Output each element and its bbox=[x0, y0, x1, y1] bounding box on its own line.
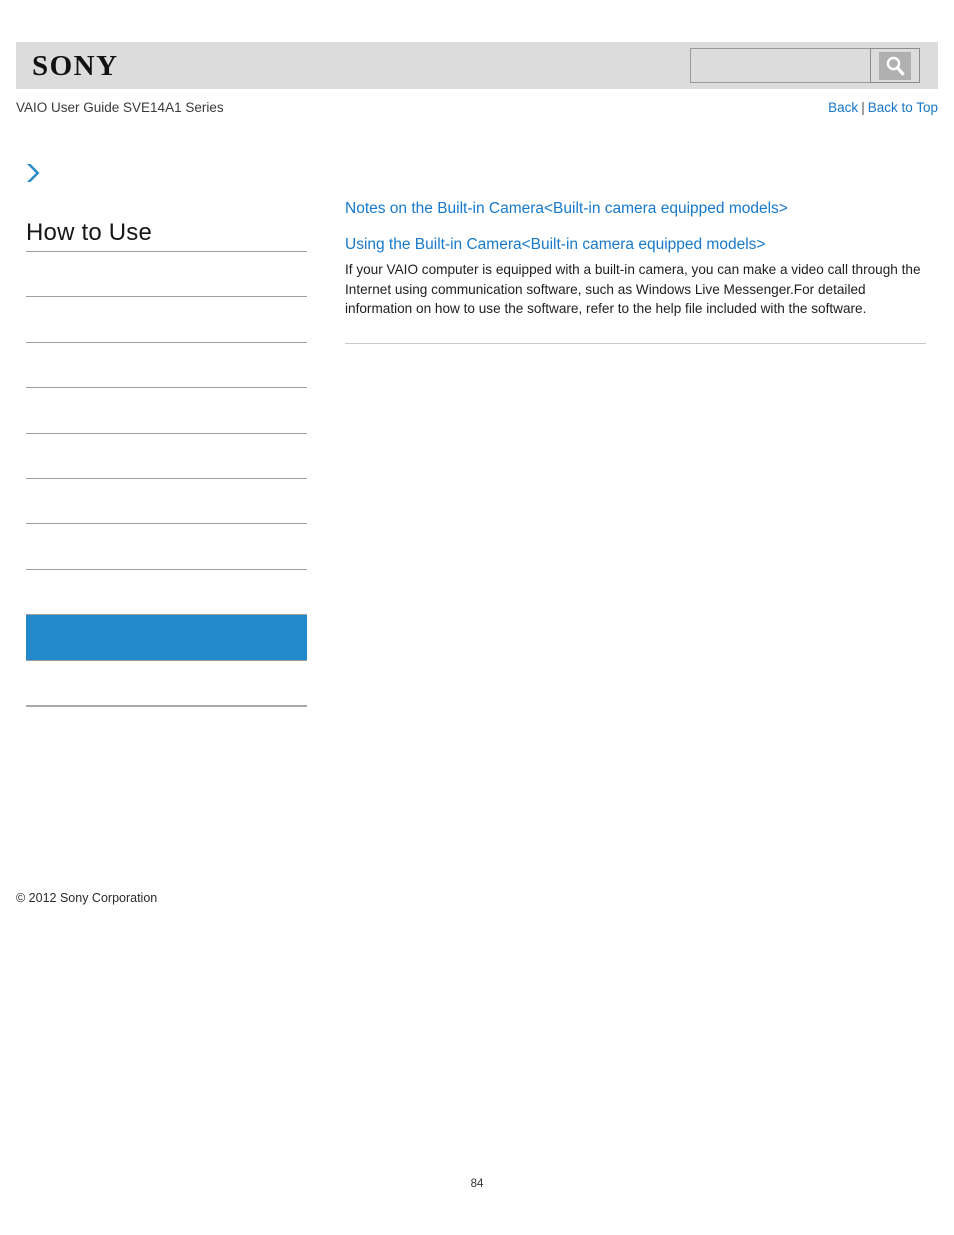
link-separator: | bbox=[861, 100, 865, 115]
search-input[interactable] bbox=[690, 48, 870, 83]
sidebar-item-label bbox=[26, 252, 307, 265]
sidebar-item-6[interactable] bbox=[26, 477, 307, 523]
topic-link-using-built-in-camera[interactable]: Using the Built-in Camera<Built-in camer… bbox=[345, 234, 927, 256]
sidebar-item-label bbox=[26, 479, 307, 492]
copyright-text: © 2012 Sony Corporation bbox=[16, 891, 158, 905]
search-icon bbox=[879, 51, 911, 80]
header-bar: SONY bbox=[16, 42, 938, 89]
sidebar-menu bbox=[26, 251, 307, 707]
sidebar-item-7[interactable] bbox=[26, 523, 307, 568]
sidebar-item-label bbox=[26, 343, 307, 356]
topic-link-notes-on-built-in-camera[interactable]: Notes on the Built-in Camera<Built-in ca… bbox=[345, 198, 927, 220]
sidebar-item-label bbox=[26, 434, 307, 447]
sidebar-item-2[interactable] bbox=[26, 296, 307, 341]
chevron-right-icon[interactable] bbox=[24, 162, 44, 184]
sidebar-item-label bbox=[26, 570, 307, 583]
sidebar-heading: How to Use bbox=[26, 219, 153, 246]
sidebar-item-3[interactable] bbox=[26, 341, 307, 387]
content-divider bbox=[345, 342, 926, 344]
page-title: VAIO User Guide SVE14A1 Series bbox=[16, 100, 224, 115]
topic-body-text: If your VAIO computer is equipped with a… bbox=[345, 262, 921, 316]
search-button[interactable] bbox=[870, 48, 920, 83]
sidebar-item-label bbox=[26, 297, 307, 310]
sidebar-item-label bbox=[26, 615, 307, 628]
sidebar-item-5[interactable] bbox=[26, 432, 307, 478]
back-to-top-link[interactable]: Back to Top bbox=[868, 100, 938, 115]
sidebar-item-9-selected[interactable] bbox=[26, 614, 307, 660]
sidebar-item-label bbox=[26, 524, 307, 537]
sidebar-item-label bbox=[26, 661, 307, 674]
sony-logo: SONY bbox=[32, 50, 119, 82]
subheader: VAIO User Guide SVE14A1 Series Back | Back… bbox=[16, 100, 938, 120]
header-nav-links: Back | Back to Top bbox=[828, 100, 938, 115]
sidebar-item-10[interactable] bbox=[26, 659, 307, 705]
back-link[interactable]: Back bbox=[828, 100, 858, 115]
search-area bbox=[690, 48, 920, 83]
sidebar-item-1[interactable] bbox=[26, 251, 307, 296]
page-number: 84 bbox=[470, 1178, 484, 1190]
sidebar-item-4[interactable] bbox=[26, 387, 307, 432]
sidebar-item-8[interactable] bbox=[26, 568, 307, 614]
sidebar-bottom-rule bbox=[26, 704, 307, 707]
sidebar-item-label bbox=[26, 388, 307, 401]
main-content: Notes on the Built-in Camera<Built-in ca… bbox=[345, 198, 927, 344]
